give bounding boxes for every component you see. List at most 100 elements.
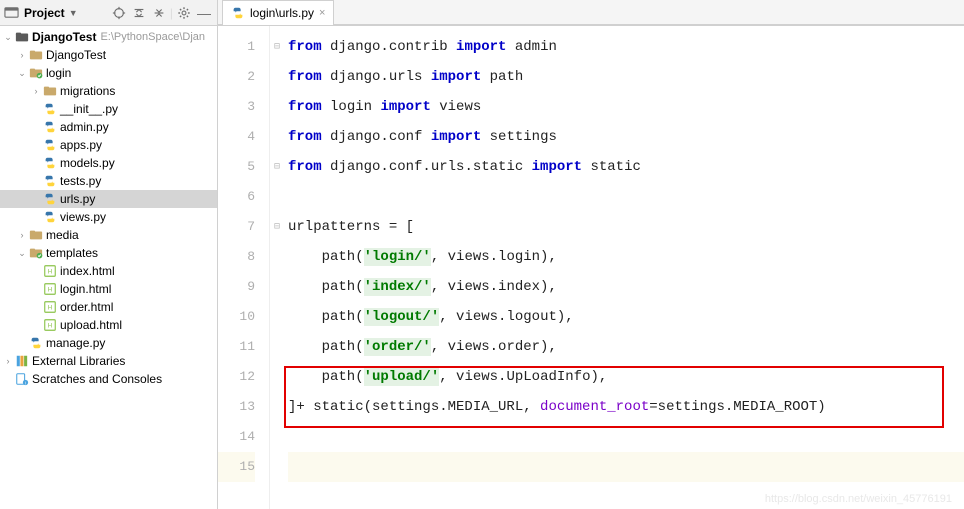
- project-dropdown-icon[interactable]: ▼: [69, 8, 78, 18]
- svg-text:H: H: [47, 269, 51, 276]
- tab-urls-py[interactable]: login\urls.py ×: [222, 0, 334, 25]
- code-line[interactable]: path('login/', views.login),: [288, 242, 964, 272]
- fold-toggle-icon[interactable]: ⊟: [270, 152, 284, 182]
- py-icon: [42, 210, 57, 225]
- tree-row[interactable]: apps.py: [0, 136, 217, 154]
- code-line[interactable]: from django.conf.urls.static import stat…: [288, 152, 964, 182]
- tree-label: tests.py: [60, 174, 101, 188]
- code-line[interactable]: path('order/', views.order),: [288, 332, 964, 362]
- tree-row[interactable]: ⌄templates: [0, 244, 217, 262]
- tree-row[interactable]: iScratches and Consoles: [0, 370, 217, 388]
- chevron-down-icon[interactable]: ⌄: [16, 68, 28, 79]
- chevron-right-icon[interactable]: ›: [2, 356, 14, 366]
- line-number: 9: [218, 272, 255, 302]
- code-line[interactable]: path('logout/', views.logout),: [288, 302, 964, 332]
- code-line[interactable]: [288, 452, 964, 482]
- tree-row[interactable]: ⌄ login: [0, 64, 217, 82]
- fold-none: [270, 422, 284, 452]
- tree-row[interactable]: ›DjangoTest: [0, 46, 217, 64]
- proj-icon: [14, 30, 29, 45]
- tree-row[interactable]: urls.py: [0, 190, 217, 208]
- tree-hint: E:\PythonSpace\Djan: [100, 31, 205, 43]
- tab-label: login\urls.py: [250, 6, 314, 20]
- chevron-down-icon[interactable]: ⌄: [2, 32, 14, 43]
- hide-icon[interactable]: —: [195, 4, 213, 22]
- html-icon: H: [42, 264, 57, 279]
- line-number: 12: [218, 362, 255, 392]
- fold-none: [270, 362, 284, 392]
- tree-row[interactable]: ›media: [0, 226, 217, 244]
- line-number: 15: [218, 452, 255, 482]
- tree-row[interactable]: Hupload.html: [0, 316, 217, 334]
- tree-row[interactable]: Hlogin.html: [0, 280, 217, 298]
- line-number: 1: [218, 32, 255, 62]
- py-icon: [42, 156, 57, 171]
- line-number: 7: [218, 212, 255, 242]
- line-number: 8: [218, 242, 255, 272]
- scratch-icon: i: [14, 372, 29, 387]
- project-tree[interactable]: ⌄ DjangoTest E:\PythonSpace\Djan ›DjangoTes…: [0, 26, 218, 509]
- tree-row[interactable]: ›External Libraries: [0, 352, 217, 370]
- close-icon[interactable]: ×: [319, 7, 325, 19]
- html-icon: H: [42, 300, 57, 315]
- line-number: 13: [218, 392, 255, 422]
- chevron-right-icon[interactable]: ›: [16, 50, 28, 60]
- chevron-right-icon[interactable]: ›: [30, 86, 42, 96]
- fold-none: [270, 392, 284, 422]
- code-line[interactable]: path('index/', views.index),: [288, 272, 964, 302]
- tree-label: login.html: [60, 282, 111, 296]
- code-line[interactable]: [288, 182, 964, 212]
- top-bar: Project ▼ | — login\urls.py ×: [0, 0, 964, 26]
- py-icon: [42, 174, 57, 189]
- tree-row[interactable]: ›migrations: [0, 82, 217, 100]
- tree-label: login: [46, 66, 71, 80]
- code-line[interactable]: ]+ static(settings.MEDIA_URL, document_r…: [288, 392, 964, 422]
- py-icon: [42, 192, 57, 207]
- fold-none: [270, 242, 284, 272]
- chevron-right-icon[interactable]: ›: [16, 230, 28, 240]
- gear-icon[interactable]: [175, 4, 193, 22]
- tree-row[interactable]: views.py: [0, 208, 217, 226]
- py-icon: [42, 102, 57, 117]
- tree-row[interactable]: models.py: [0, 154, 217, 172]
- tree-label: views.py: [60, 210, 106, 224]
- target-icon[interactable]: [110, 4, 128, 22]
- tree-row[interactable]: Hindex.html: [0, 262, 217, 280]
- code-line[interactable]: from django.conf import settings: [288, 122, 964, 152]
- tree-row[interactable]: manage.py: [0, 334, 217, 352]
- tree-label: order.html: [60, 300, 113, 314]
- tree-label: Scratches and Consoles: [32, 372, 162, 386]
- code-line[interactable]: [288, 422, 964, 452]
- tree-row[interactable]: Horder.html: [0, 298, 217, 316]
- code-line[interactable]: from django.urls import path: [288, 62, 964, 92]
- html-icon: H: [42, 318, 57, 333]
- line-number: 2: [218, 62, 255, 92]
- tree-label: manage.py: [46, 336, 105, 350]
- fold-none: [270, 272, 284, 302]
- code-editor[interactable]: 123456789101112131415 ⊟⊟⊟ https://blog.c…: [218, 26, 964, 509]
- project-label: Project: [24, 6, 65, 20]
- tree-label: __init__.py: [60, 102, 118, 116]
- tree-label: models.py: [60, 156, 115, 170]
- dir-icon: [28, 228, 43, 243]
- code-line[interactable]: path('upload/', views.UpLoadInfo),: [288, 362, 964, 392]
- line-number: 10: [218, 302, 255, 332]
- fold-toggle-icon[interactable]: ⊟: [270, 212, 284, 242]
- code-line[interactable]: from django.contrib import admin: [288, 32, 964, 62]
- code-line[interactable]: from login import views: [288, 92, 964, 122]
- html-icon: H: [42, 282, 57, 297]
- tree-row[interactable]: ⌄ DjangoTest E:\PythonSpace\Djan: [0, 28, 217, 46]
- code-area[interactable]: https://blog.csdn.net/weixin_45776191 fr…: [284, 26, 964, 509]
- tree-label: urls.py: [60, 192, 95, 206]
- chevron-down-icon[interactable]: ⌄: [16, 248, 28, 259]
- tree-row[interactable]: tests.py: [0, 172, 217, 190]
- collapse-icon[interactable]: [150, 4, 168, 22]
- expand-icon[interactable]: [130, 4, 148, 22]
- tree-label: DjangoTest: [32, 30, 96, 44]
- dir-chk-icon: [28, 246, 43, 261]
- tree-row[interactable]: __init__.py: [0, 100, 217, 118]
- code-line[interactable]: urlpatterns = [: [288, 212, 964, 242]
- fold-toggle-icon[interactable]: ⊟: [270, 32, 284, 62]
- tree-row[interactable]: admin.py: [0, 118, 217, 136]
- svg-text:H: H: [47, 305, 51, 312]
